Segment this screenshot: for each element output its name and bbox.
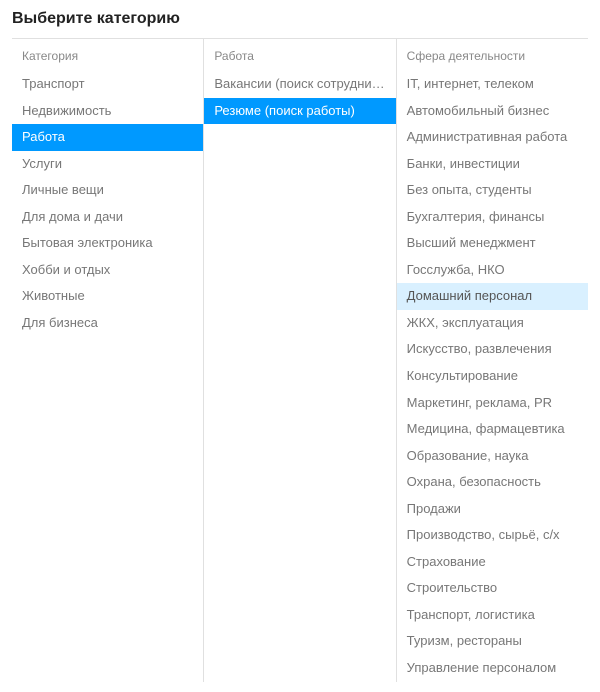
list-item[interactable]: Без опыта, студенты xyxy=(397,177,588,204)
list-item[interactable]: IT, интернет, телеком xyxy=(397,71,588,98)
modal-title: Выберите категорию xyxy=(12,10,588,28)
list-item[interactable]: Для бизнеса xyxy=(12,310,203,337)
list-item[interactable]: Бытовая электроника xyxy=(12,230,203,257)
list-item[interactable]: Хобби и отдых xyxy=(12,257,203,284)
list-item[interactable]: Транспорт, логистика xyxy=(397,602,588,629)
list-item[interactable]: Строительство xyxy=(397,575,588,602)
list-item[interactable]: ЖКХ, эксплуатация xyxy=(397,310,588,337)
column-header: Категория xyxy=(12,39,203,71)
list-item[interactable]: Охрана, безопасность xyxy=(397,469,588,496)
category-items: ТранспортНедвижимостьРаботаУслугиЛичные … xyxy=(12,71,203,336)
list-item[interactable]: Маркетинг, реклама, PR xyxy=(397,390,588,417)
category-picker: Выберите категорию Категория ТранспортНе… xyxy=(0,0,600,692)
column-activity: Сфера деятельности IT, интернет, телеком… xyxy=(397,39,588,682)
column-header: Работа xyxy=(204,39,395,71)
list-item[interactable]: Административная работа xyxy=(397,124,588,151)
list-item[interactable]: Искусство, развлечения xyxy=(397,336,588,363)
list-item[interactable]: Бухгалтерия, финансы xyxy=(397,204,588,231)
list-item[interactable]: Домашний персонал xyxy=(397,283,588,310)
activity-items: IT, интернет, телекомАвтомобильный бизне… xyxy=(397,71,588,682)
list-item[interactable]: Производство, сырьё, с/х xyxy=(397,522,588,549)
column-subcategory: Работа Вакансии (поиск сотрудников)Резюм… xyxy=(204,39,396,682)
list-item[interactable]: Для дома и дачи xyxy=(12,204,203,231)
list-item[interactable]: Консультирование xyxy=(397,363,588,390)
list-item[interactable]: Госслужба, НКО xyxy=(397,257,588,284)
list-item[interactable]: Продажи xyxy=(397,496,588,523)
list-item[interactable]: Высший менеджмент xyxy=(397,230,588,257)
list-item[interactable]: Страхование xyxy=(397,549,588,576)
list-item[interactable]: Услуги xyxy=(12,151,203,178)
list-item[interactable]: Банки, инвестиции xyxy=(397,151,588,178)
list-item[interactable]: Животные xyxy=(12,283,203,310)
list-item[interactable]: Медицина, фармацевтика xyxy=(397,416,588,443)
list-item[interactable]: Личные вещи xyxy=(12,177,203,204)
list-item[interactable]: Автомобильный бизнес xyxy=(397,98,588,125)
list-item[interactable]: Туризм, рестораны xyxy=(397,628,588,655)
list-item[interactable]: Вакансии (поиск сотрудников) xyxy=(204,71,395,98)
column-header: Сфера деятельности xyxy=(397,39,588,71)
columns-container: Категория ТранспортНедвижимостьРаботаУсл… xyxy=(12,38,588,682)
list-item[interactable]: Недвижимость xyxy=(12,98,203,125)
list-item[interactable]: Транспорт xyxy=(12,71,203,98)
list-item[interactable]: Резюме (поиск работы) xyxy=(204,98,395,125)
list-item[interactable]: Управление персоналом xyxy=(397,655,588,682)
list-item[interactable]: Работа xyxy=(12,124,203,151)
subcategory-items: Вакансии (поиск сотрудников)Резюме (поис… xyxy=(204,71,395,124)
list-item[interactable]: Образование, наука xyxy=(397,443,588,470)
column-category: Категория ТранспортНедвижимостьРаботаУсл… xyxy=(12,39,204,682)
